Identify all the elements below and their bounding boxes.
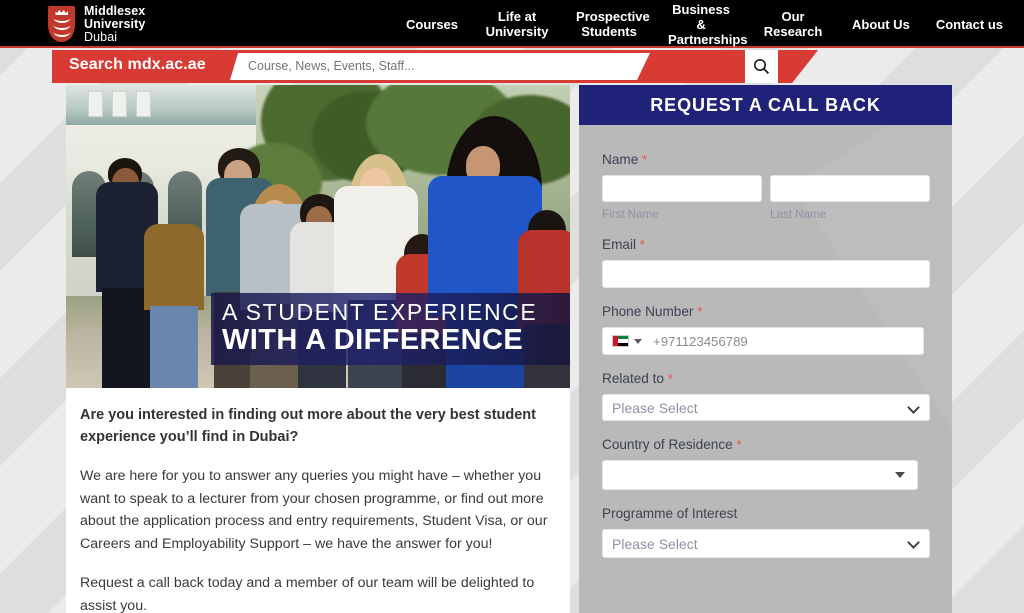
phone-field-group: Phone Number * +971123456789	[602, 304, 930, 355]
programme-label: Programme of Interest	[602, 506, 930, 521]
search-icon	[754, 59, 770, 75]
request-call-back-panel: REQUEST A CALL BACK Name * First Name La…	[579, 85, 952, 613]
required-asterisk: *	[667, 371, 673, 386]
search-bar-label: Search mdx.ac.ae	[69, 56, 206, 73]
phone-label-text: Phone Number	[602, 304, 694, 319]
first-name-input[interactable]	[602, 175, 762, 202]
building-window	[88, 91, 103, 117]
last-name-input[interactable]	[770, 175, 930, 202]
country-label: Country of Residence *	[602, 437, 930, 452]
nav-item-courses[interactable]: Courses	[393, 17, 471, 32]
form-header: REQUEST A CALL BACK	[579, 85, 952, 125]
search-bar-angled-edge	[792, 50, 818, 83]
intro-heading: Are you interested in finding out more a…	[80, 407, 536, 445]
email-input[interactable]	[602, 260, 930, 288]
nav-item-our-research[interactable]: Our Research	[747, 9, 839, 39]
chevron-down-icon[interactable]	[907, 401, 920, 414]
chevron-mark-2-icon	[53, 24, 70, 30]
email-label-text: Email	[602, 237, 636, 252]
programme-field-group: Programme of Interest Please Select	[602, 506, 930, 558]
site-search-bar: Search mdx.ac.ae	[52, 50, 818, 83]
chevron-down-icon[interactable]	[907, 536, 920, 549]
chevron-mark-3-icon	[53, 31, 70, 37]
building-window	[136, 91, 151, 117]
nav-item-life-at-university[interactable]: Life at University	[471, 9, 563, 39]
last-name-sublabel: Last Name	[770, 208, 827, 221]
hero-caption: A STUDENT EXPERIENCE WITH A DIFFERENCE	[211, 293, 570, 365]
middlesex-shield-icon	[48, 6, 75, 42]
main-menu: Courses Life at University Prospective S…	[393, 0, 1016, 48]
content-body: Are you interested in finding out more a…	[66, 388, 570, 613]
phone-input-wrapper[interactable]: +971123456789	[602, 327, 924, 355]
related-to-field-group: Related to * Please Select	[602, 371, 930, 421]
last-name-wrapper: Last Name	[770, 175, 930, 221]
programme-select[interactable]: Please Select	[602, 529, 930, 558]
hero-caption-line-2: WITH A DIFFERENCE	[222, 324, 524, 356]
crown-icon	[55, 10, 68, 15]
related-to-label: Related to *	[602, 371, 930, 386]
country-code-chevron-down-icon[interactable]	[634, 338, 642, 344]
country-select[interactable]	[602, 460, 918, 490]
top-navigation-bar: Middlesex University Dubai Courses Life …	[0, 0, 1024, 48]
related-to-value: Please Select	[612, 399, 698, 416]
logo-line-3: Dubai	[84, 29, 118, 44]
hero-caption-line-1: A STUDENT EXPERIENCE	[222, 299, 538, 325]
form-title: REQUEST A CALL BACK	[650, 94, 881, 115]
email-label: Email *	[602, 237, 930, 252]
required-asterisk: *	[642, 152, 648, 167]
ae-flag-icon[interactable]	[612, 335, 629, 347]
name-label: Name *	[602, 152, 930, 167]
nav-item-contact-us[interactable]: Contact us	[923, 17, 1016, 32]
phone-label: Phone Number *	[602, 304, 930, 319]
building-window	[112, 91, 127, 117]
dropdown-triangle-icon[interactable]	[895, 472, 905, 478]
logo-line-2: University	[84, 16, 146, 31]
logo-line-1: Middlesex	[84, 3, 146, 18]
country-field-group: Country of Residence *	[602, 437, 930, 490]
required-asterisk: *	[697, 304, 703, 319]
search-submit-button[interactable]	[745, 50, 778, 83]
programme-value: Please Select	[612, 535, 698, 552]
email-field-group: Email *	[602, 237, 930, 288]
chevron-mark-1-icon	[53, 17, 70, 23]
first-name-sublabel: First Name	[602, 208, 659, 221]
related-to-select[interactable]: Please Select	[602, 394, 930, 421]
required-asterisk: *	[736, 437, 742, 452]
page-root: Middlesex University Dubai Courses Life …	[0, 0, 1024, 613]
nav-item-business-partnerships[interactable]: Business & Partnerships	[655, 2, 747, 47]
required-asterisk: *	[639, 237, 645, 252]
related-to-label-text: Related to	[602, 371, 664, 386]
student-figure	[142, 183, 210, 388]
main-content-card: A STUDENT EXPERIENCE WITH A DIFFERENCE A…	[66, 85, 570, 613]
site-logo[interactable]: Middlesex University Dubai	[48, 3, 145, 45]
name-field-group: Name * First Name Last Name	[602, 152, 930, 221]
logo-wordmark: Middlesex University Dubai	[84, 3, 146, 44]
name-label-text: Name	[602, 152, 639, 167]
form-body: Name * First Name Last Name Email * Phon…	[579, 125, 952, 558]
nav-item-about-us[interactable]: About Us	[839, 17, 923, 32]
search-input[interactable]	[248, 59, 628, 73]
hero-image: A STUDENT EXPERIENCE WITH A DIFFERENCE	[66, 85, 570, 388]
first-name-wrapper: First Name	[602, 175, 762, 221]
phone-placeholder-text: +971123456789	[653, 333, 748, 349]
country-label-text: Country of Residence	[602, 437, 733, 452]
paragraph-2: Request a call back today and a member o…	[80, 575, 535, 613]
nav-item-prospective-students[interactable]: Prospective Students	[563, 9, 655, 39]
programme-label-text: Programme of Interest	[602, 506, 738, 521]
paragraph-1: We are here for you to answer any querie…	[80, 468, 548, 552]
